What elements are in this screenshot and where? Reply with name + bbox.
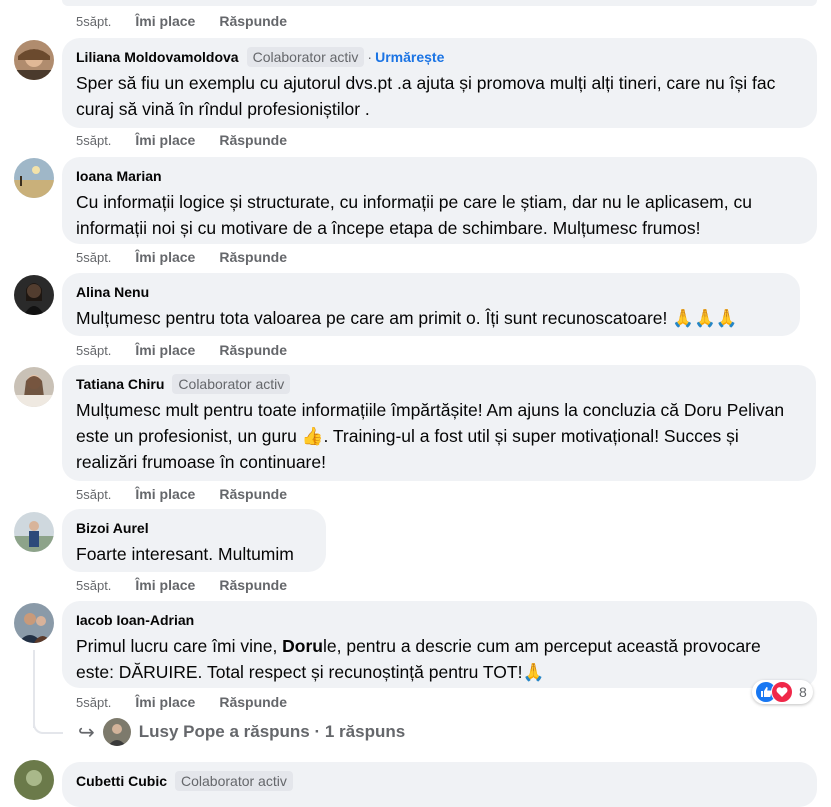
- reply-arrow-icon: ↪: [78, 721, 95, 744]
- comment-bubble: Ioana Marian Cu informații logice și str…: [62, 157, 817, 244]
- contributor-badge: Colaborator activ: [172, 374, 291, 394]
- like-button[interactable]: Îmi place: [135, 486, 195, 502]
- comment-actions: 5săpt. Îmi place Răspunde: [76, 575, 311, 595]
- comment-time[interactable]: 5săpt.: [76, 133, 111, 148]
- thread-line: [33, 650, 35, 728]
- comment-bubble: Cubetti Cubic Colaborator activ: [62, 762, 817, 807]
- reply-button[interactable]: Răspunde: [219, 577, 287, 593]
- comment-text: Primul lucru care îmi vine, Dorule, pent…: [76, 633, 803, 685]
- comment-text: Sper să fiu un exemplu cu ajutorul dvs.p…: [76, 73, 776, 119]
- author-name[interactable]: Tatiana Chiru: [76, 376, 164, 392]
- reply-button[interactable]: Răspunde: [219, 249, 287, 265]
- love-icon: [771, 681, 793, 703]
- comment-time[interactable]: 5săpt.: [76, 487, 111, 502]
- comment-bubble: Tatiana Chiru Colaborator activ Mulțumes…: [62, 365, 816, 481]
- reaction-count: 8: [799, 684, 807, 700]
- replies-link[interactable]: ↪ Lusy Pope a răspuns · 1 răspuns: [78, 718, 405, 746]
- avatar[interactable]: [14, 367, 54, 407]
- author-name[interactable]: Liliana Moldovamoldova: [76, 49, 239, 65]
- reply-button[interactable]: Răspunde: [219, 132, 287, 148]
- contributor-badge: Colaborator activ: [246, 47, 365, 67]
- comment-time[interactable]: 5săpt.: [76, 343, 111, 358]
- comment-time[interactable]: 5săpt.: [76, 695, 111, 710]
- comment-bubble: Liliana Moldovamoldova Colaborator activ…: [62, 38, 817, 128]
- like-button[interactable]: Îmi place: [135, 577, 195, 593]
- reply-button[interactable]: Răspunde: [219, 342, 287, 358]
- avatar[interactable]: [14, 760, 54, 800]
- comment-bubble: Alina Nenu Mulțumesc pentru tota valoare…: [62, 273, 800, 336]
- avatar[interactable]: [14, 40, 54, 80]
- comment-actions: 5săpt. Îmi place Răspunde: [76, 130, 311, 150]
- previous-comment-bubble: [62, 0, 817, 6]
- avatar: [102, 718, 131, 746]
- reply-button[interactable]: Răspunde: [219, 13, 287, 29]
- comment-time[interactable]: 5săpt.: [76, 14, 111, 29]
- comment-text: Mulțumesc pentru tota valoarea pe care a…: [76, 308, 738, 328]
- comment-bubble: Iacob Ioan-Adrian Primul lucru care îmi …: [62, 601, 817, 688]
- comment-actions: 5săpt. Îmi place Răspunde: [76, 484, 311, 504]
- comment-text: Mulțumesc mult pentru toate informațiile…: [76, 400, 785, 472]
- follow-button[interactable]: Urmărește: [375, 49, 444, 65]
- avatar[interactable]: [14, 512, 54, 552]
- comment-time[interactable]: 5săpt.: [76, 578, 111, 593]
- author-name[interactable]: Alina Nenu: [76, 284, 149, 300]
- like-button[interactable]: Îmi place: [135, 13, 195, 29]
- replies-summary[interactable]: Lusy Pope a răspuns · 1 răspuns: [139, 722, 405, 742]
- comment-actions: 5săpt. Îmi place Răspunde: [76, 692, 311, 712]
- like-button[interactable]: Îmi place: [135, 694, 195, 710]
- author-name[interactable]: Ioana Marian: [76, 168, 162, 184]
- comment-text: Foarte interesant. Multumim: [76, 544, 294, 564]
- like-button[interactable]: Îmi place: [135, 132, 195, 148]
- thread-connector: [33, 722, 63, 734]
- separator-dot: ·: [367, 49, 373, 65]
- comment-actions: 5săpt. Îmi place Răspunde: [76, 340, 311, 360]
- comment-time[interactable]: 5săpt.: [76, 250, 111, 265]
- previous-comment-actions: 5săpt. Îmi place Răspunde: [76, 11, 311, 31]
- author-name[interactable]: Bizoi Aurel: [76, 520, 149, 536]
- comment-actions: 5săpt. Îmi place Răspunde: [76, 247, 311, 267]
- reply-button[interactable]: Răspunde: [219, 694, 287, 710]
- author-name[interactable]: Iacob Ioan-Adrian: [76, 612, 194, 628]
- avatar[interactable]: [14, 158, 54, 198]
- avatar[interactable]: [14, 275, 54, 315]
- comment-text: Cu informații logice și structurate, cu …: [76, 192, 752, 238]
- comment-text-start: Primul lucru care îmi vine,: [76, 636, 283, 656]
- like-button[interactable]: Îmi place: [135, 342, 195, 358]
- comment-bubble: Bizoi Aurel Foarte interesant. Multumim: [62, 509, 326, 572]
- reply-button[interactable]: Răspunde: [219, 486, 287, 502]
- author-name[interactable]: Cubetti Cubic: [76, 773, 167, 789]
- like-button[interactable]: Îmi place: [135, 249, 195, 265]
- contributor-badge: Colaborator activ: [175, 771, 293, 791]
- mention-doru[interactable]: Doru: [282, 636, 323, 656]
- reaction-summary[interactable]: 8: [752, 680, 813, 704]
- avatar[interactable]: [14, 603, 54, 643]
